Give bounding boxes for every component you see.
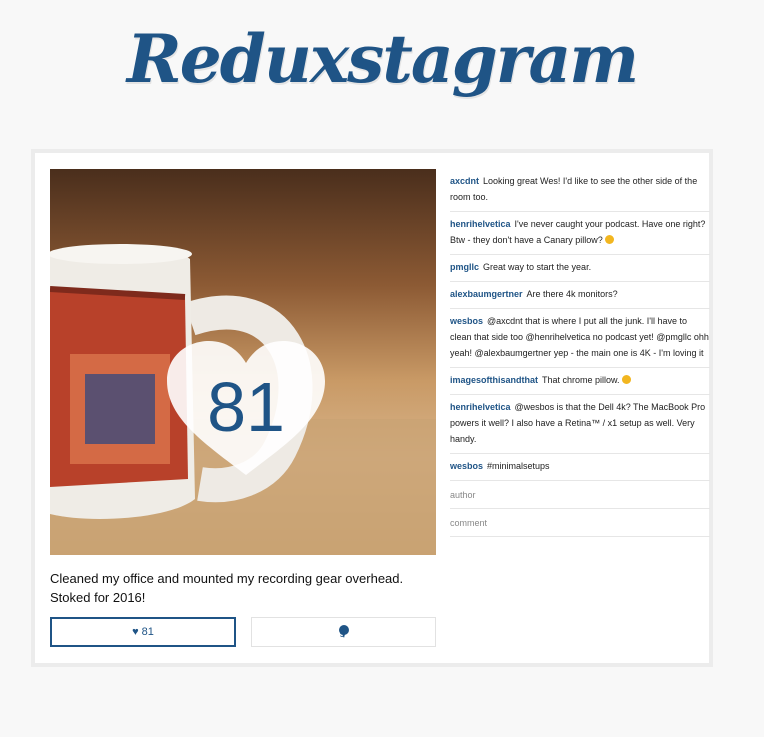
post-card: 81 Cleaned my office and mounted my reco… [31,149,713,667]
comment-text: #minimalsetups [487,461,550,471]
comment-item: wesbos #minimalsetups [450,454,710,481]
comment-username[interactable]: henrihelvetica [450,402,511,412]
smile-emoji-icon [622,375,632,384]
comment-text: Great way to start the year. [483,262,592,272]
comments-button[interactable]: 9 [251,617,436,647]
speech-bubble-icon: 9 [337,625,351,640]
comment-input[interactable]: comment [450,509,710,537]
comment-text: @axcdnt that is where I put all the junk… [450,316,709,358]
comment-username[interactable]: wesbos [450,316,483,326]
comment-text: Looking great Wes! I'd like to see the o… [450,176,698,202]
post-caption: Cleaned my office and mounted my recordi… [50,571,404,605]
comment-text: Are there 4k monitors? [526,289,618,299]
comment-username[interactable]: imagesofthisandthat [450,375,538,385]
comment-username[interactable]: henrihelvetica [450,219,511,229]
likes-heart-overlay: 81 [167,341,325,475]
post-photo[interactable]: 81 [50,169,436,555]
comment-username[interactable]: axcdnt [450,176,479,186]
author-input[interactable]: author [450,481,710,509]
comment-item: henrihelvetica I've never caught your pod… [450,212,710,255]
comment-item: imagesofthisandthat That chrome pillow. [450,368,710,395]
comment-username[interactable]: pmgllc [450,262,479,272]
likes-count-overlay: 81 [207,368,285,446]
like-button[interactable]: ♥ 81 [50,617,236,647]
comments-list: axcdnt Looking great Wes! I'd like to see… [450,169,710,537]
comment-item: pmgllc Great way to start the year. [450,255,710,282]
comment-text: That chrome pillow. [542,375,623,385]
comment-item: wesbos @axcdnt that is where I put all th… [450,309,710,368]
comment-item: henrihelvetica @wesbos is that the Dell 4… [450,395,710,454]
comment-count: 9 [339,629,346,640]
app-logo[interactable]: Reduxstagram [0,20,764,98]
comment-username[interactable]: wesbos [450,461,483,471]
comment-username[interactable]: alexbaumgertner [450,289,523,299]
comment-item: alexbaumgertner Are there 4k monitors? [450,282,710,309]
grinning-emoji-icon [605,235,615,244]
comment-item: axcdnt Looking great Wes! I'd like to see… [450,169,710,212]
